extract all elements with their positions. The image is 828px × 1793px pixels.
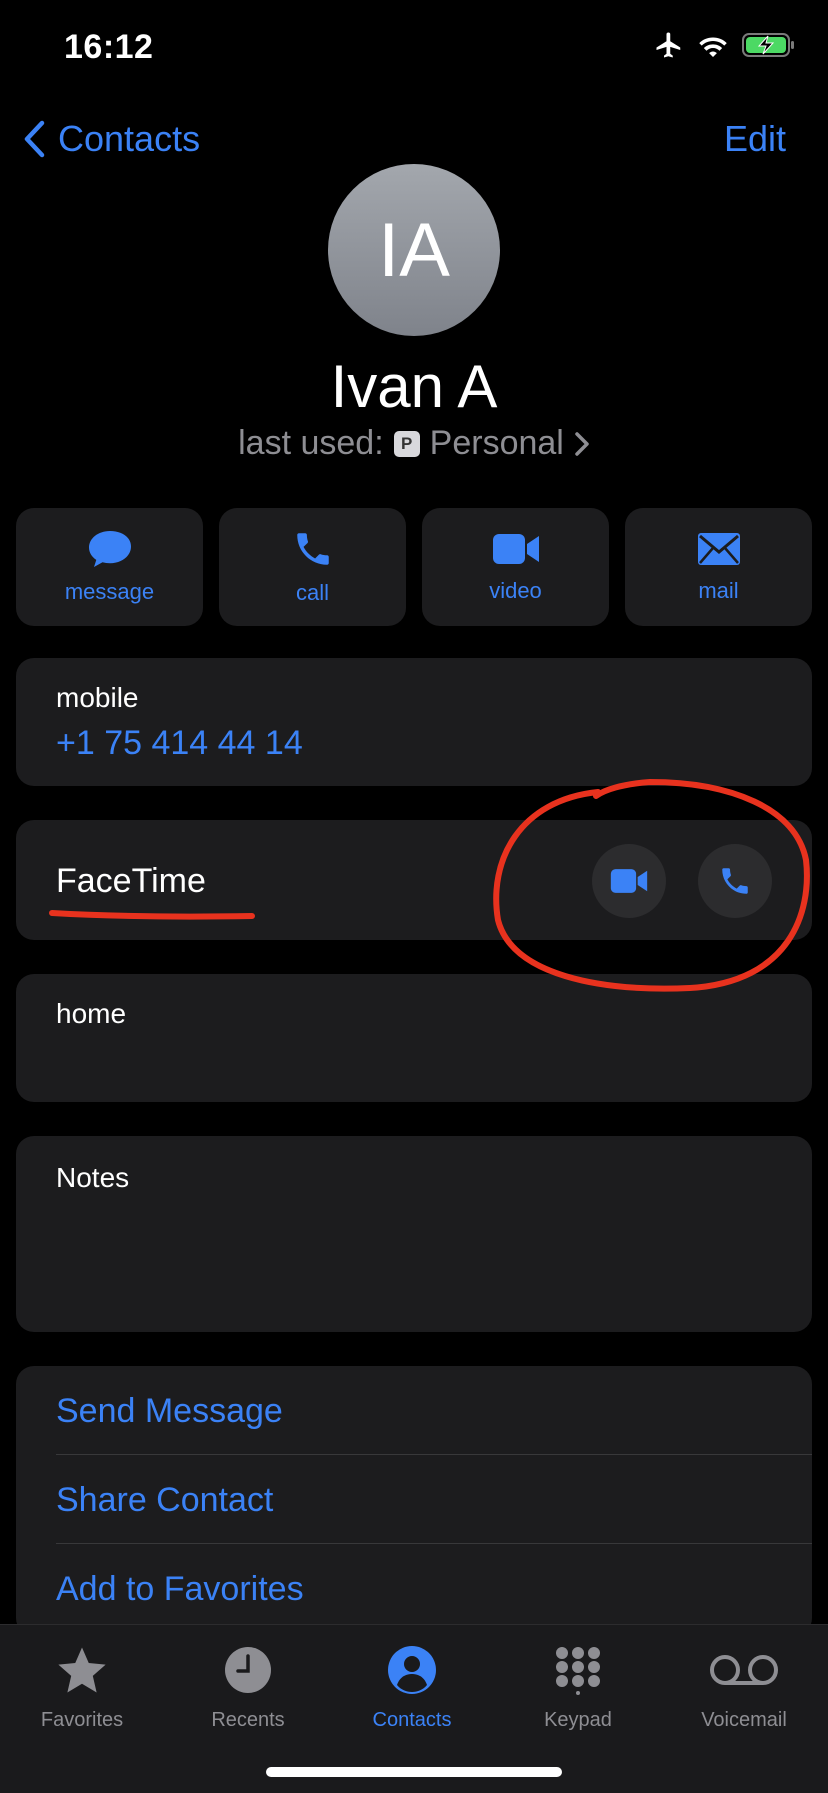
status-time: 16:12 [64, 28, 154, 66]
tab-contacts[interactable]: Contacts [332, 1639, 492, 1732]
quick-actions: message call video mail [16, 508, 812, 626]
facetime-label: FaceTime [56, 862, 206, 900]
status-icons [654, 30, 796, 60]
tab-label: Voicemail [701, 1709, 787, 1731]
envelope-icon [697, 533, 740, 565]
video-button[interactable]: video [422, 508, 609, 626]
edit-button[interactable]: Edit [724, 118, 786, 160]
phone-icon [296, 533, 329, 565]
back-button-label: Contacts [58, 118, 201, 159]
share-contact-link[interactable]: Share Contact [56, 1481, 273, 1520]
last-used-prefix: last used: [238, 424, 384, 462]
message-bubble-icon [88, 531, 131, 567]
tab-label: Favorites [40, 1709, 124, 1731]
mobile-card[interactable]: mobile +1 75 414 44 14 [16, 658, 812, 786]
call-button[interactable]: call [219, 508, 406, 626]
tab-recents[interactable]: Recents [168, 1639, 328, 1732]
video-camera-icon [610, 869, 648, 893]
airplane-icon [656, 32, 681, 58]
chevron-left-icon [24, 120, 45, 158]
tab-label: Keypad [544, 1709, 612, 1731]
phone-icon [722, 868, 748, 894]
tab-keypad[interactable]: Keypad [498, 1639, 658, 1732]
message-button[interactable]: message [16, 508, 203, 626]
line-badge: P [393, 430, 420, 457]
mail-button-label: mail [698, 578, 739, 603]
actions-list: Send Message Share Contact Add to Favori… [16, 1366, 812, 1636]
star-icon [58, 1647, 106, 1693]
add-to-favorites-link[interactable]: Add to Favorites [56, 1570, 304, 1609]
chevron-right-icon [575, 431, 589, 456]
mobile-label: mobile [56, 682, 139, 713]
send-message-link[interactable]: Send Message [56, 1392, 283, 1431]
tab-label: Contacts [372, 1709, 452, 1731]
home-indicator [266, 1767, 562, 1777]
home-card[interactable]: home [16, 974, 812, 1102]
contact-name: Ivan A [330, 353, 498, 420]
video-button-label: video [489, 578, 542, 603]
avatar-initials: IA [378, 207, 450, 293]
tab-voicemail[interactable]: Voicemail [664, 1639, 824, 1732]
wifi-icon [699, 37, 727, 57]
call-button-label: call [295, 580, 329, 605]
back-button[interactable]: Contacts [22, 118, 200, 160]
avatar: IA [328, 164, 500, 336]
divider [56, 1454, 812, 1455]
home-label: home [56, 998, 127, 1029]
mail-button[interactable]: mail [625, 508, 812, 626]
message-button-label: message [64, 579, 155, 604]
tab-favorites[interactable]: Favorites [2, 1639, 162, 1732]
person-circle-icon [388, 1646, 436, 1694]
notes-card[interactable]: Notes [16, 1136, 812, 1332]
tab-label: Recents [211, 1709, 285, 1731]
mobile-number[interactable]: +1 75 414 44 14 [56, 724, 303, 763]
last-used-value: Personal [429, 424, 564, 462]
voicemail-icon [710, 1655, 778, 1685]
keypad-icon [556, 1647, 600, 1695]
facetime-card: FaceTime [16, 820, 812, 940]
divider [56, 1543, 812, 1544]
clock-icon [225, 1647, 271, 1693]
last-used-selector[interactable]: last used: P Personal [0, 424, 828, 463]
video-camera-icon [492, 534, 539, 564]
facetime-audio-button[interactable] [698, 844, 772, 918]
facetime-video-button[interactable] [592, 844, 666, 918]
notes-label: Notes [56, 1162, 130, 1193]
battery-charging-icon [742, 33, 794, 57]
